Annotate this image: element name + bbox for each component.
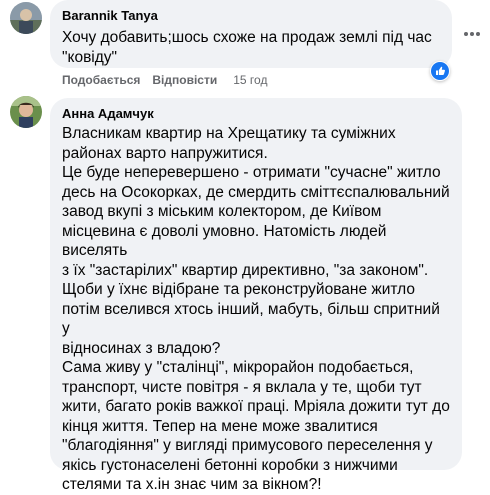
like-button[interactable]: Подобається: [62, 73, 140, 87]
reaction-badge[interactable]: [430, 61, 450, 81]
comment-author[interactable]: Barannik Tanya: [62, 8, 440, 24]
comment-barannik-tanya: Barannik Tanya Хочу добавить;шось схоже …: [0, 0, 490, 90]
comment-actions: Подобається Відповісти 15 год: [62, 73, 267, 87]
reply-button[interactable]: Відповісти: [152, 73, 217, 87]
comment-bubble: Barannik Tanya Хочу добавить;шось схоже …: [50, 0, 452, 68]
like-icon: [431, 62, 449, 80]
comment-author[interactable]: Анна Адамчук: [62, 106, 450, 122]
comment-anna-adamchuk: Анна Адамчук Власникам квартир на Хрещат…: [0, 94, 490, 493]
comment-text: Власникам квартир на Хрещатику та суміжн…: [62, 125, 450, 493]
avatar[interactable]: [10, 96, 42, 128]
avatar-photo-icon: [10, 2, 42, 34]
avatar-photo-icon: [10, 96, 42, 128]
avatar[interactable]: [10, 2, 42, 34]
more-options-icon[interactable]: [460, 22, 484, 46]
comment-bubble: Анна Адамчук Власникам квартир на Хрещат…: [50, 98, 462, 493]
comment-text: Хочу добавить;шось схоже на продаж землі…: [62, 29, 432, 66]
comment-timestamp[interactable]: 15 год: [233, 73, 267, 87]
